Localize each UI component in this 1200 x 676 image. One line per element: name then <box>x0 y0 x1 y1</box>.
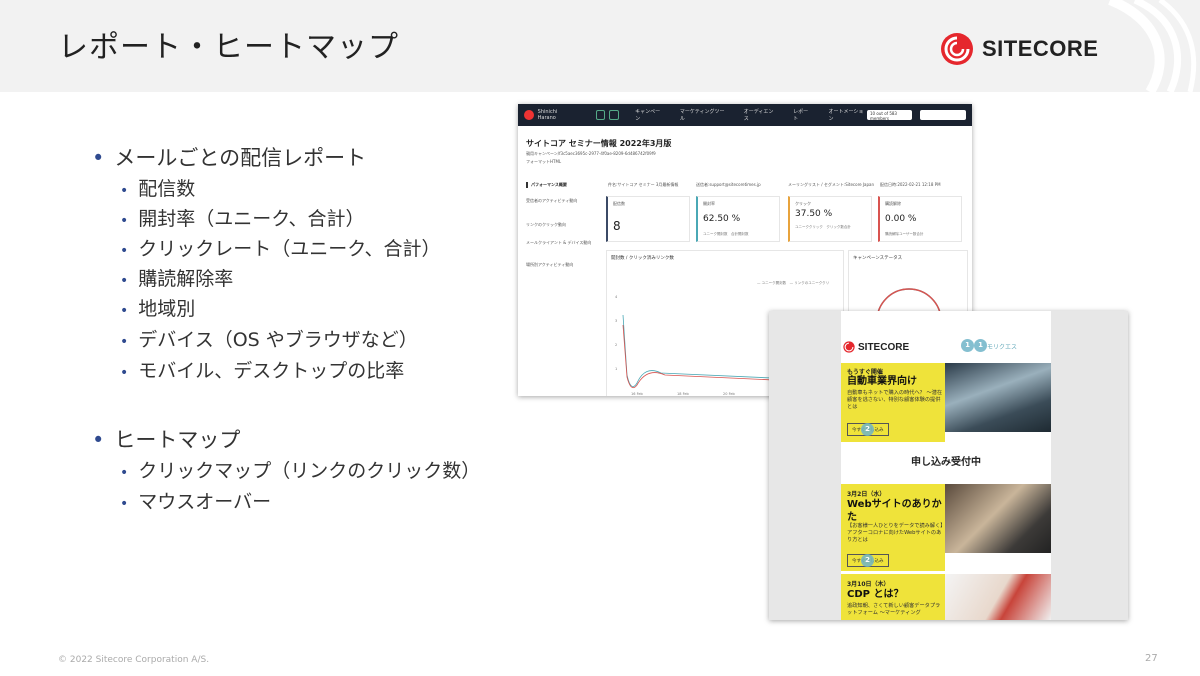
nav-user: Shinichi Harano <box>537 109 558 121</box>
sub-bullet: • 購読解除率 <box>120 268 234 290</box>
meta-sender: 送信者:support@sitecoretimes.jp <box>696 182 761 187</box>
y-tick: 2 <box>615 343 618 347</box>
copyright: © 2022 Sitecore Corporation A/S. <box>58 655 210 665</box>
nav-item: オートメーション <box>828 109 864 122</box>
sitecore-logo: SITECORE <box>940 32 1098 66</box>
x-tick: 18 Feb <box>677 392 689 396</box>
chart-title: 開封数 / クリック済みリンク数 <box>611 256 674 261</box>
add-icon <box>609 110 620 120</box>
page-number: 27 <box>1145 653 1158 664</box>
sub-bullet: • モバイル、デスクトップの比率 <box>120 360 405 382</box>
nav-item: マーケティングツール <box>679 109 725 122</box>
kpi-sub: 購読解除ユーザー数合計 <box>885 232 924 236</box>
dashboard-title: サイトコア セミナー情報 2022年3月版 <box>526 139 672 148</box>
block-desc: 【お客様一人ひとりをデータで読み解く】アフターコロナに向けたWebサイトのあり方… <box>847 523 943 543</box>
sitecore-mark-icon <box>524 110 534 120</box>
kpi-value: 0.00 % <box>885 214 917 224</box>
sub-bullet: • デバイス（OS やブラウザなど） <box>120 329 418 351</box>
block-kicker: 3月2日（水） <box>847 491 886 498</box>
block-kicker: 3月10日（木） <box>847 581 890 588</box>
bullet-heatmap: • ヒートマップ <box>92 428 241 452</box>
kpi-card: クリック 37.50 % ユニーククリック クリック数合計 <box>788 196 872 242</box>
nav-item: オーディエンス <box>743 109 774 122</box>
sitecore-mark-icon <box>843 341 855 353</box>
block-title: Webサイトのありかた <box>847 499 942 523</box>
heatmap-badge: 1 <box>974 339 987 352</box>
decorative-swoosh <box>1108 0 1197 92</box>
slide: レポート・ヒートマップ SITECORE • メールごとの配信レポート • 配信数 … <box>0 0 1200 676</box>
dashboard-subtitle: 親用キャンペーン/f3c5aec3695c-2977-4f0ae-8209-6d… <box>526 151 656 156</box>
email-logo: SITECORE <box>843 341 909 353</box>
car-photo <box>945 363 1051 432</box>
kpi-card: 開封率 62.50 % ユニーク開封数 合計開封数 <box>696 196 780 242</box>
block-title: 自動車業界向け <box>847 376 917 387</box>
y-tick: 1 <box>615 367 618 371</box>
nav-item: キャンペーン <box>635 109 661 122</box>
apply-banner: 申し込み受付中 <box>841 442 1051 484</box>
sub-bullet: • クリックレート（ユニーク、合計） <box>120 238 441 260</box>
slide-header: レポート・ヒートマップ SITECORE <box>0 0 1200 92</box>
block-desc: 追政知朝、さくて新しい顧客データプラットフォーム ～マーケティング <box>847 603 941 616</box>
x-tick: 20 Feb <box>723 392 735 396</box>
meta-subject: 件名:サイトコア セミナー 3月最新情報 <box>608 182 679 187</box>
chart-legend: — ユニーク開封数 — リンクのユニーククリ <box>757 281 830 285</box>
kpi-value: 37.50 % <box>795 209 833 219</box>
sidebar-item: メールクライアント & デバイス動向 <box>526 240 592 245</box>
bullet-report: • メールごとの配信レポート <box>92 146 367 170</box>
sidebar-item: 受信者のアクティビティ動向 <box>526 198 578 203</box>
kpi-value: 8 <box>613 219 621 233</box>
kpi-card: 配信数 8 <box>606 196 690 242</box>
meta-date: 配信日時:2022-02-21 12:18 PM <box>880 182 941 187</box>
kpi-label: クリック <box>795 201 811 206</box>
sidebar-item: リンクのクリック動向 <box>526 222 566 227</box>
status-title: キャンペーンステータス <box>853 256 903 261</box>
sitecore-mark-icon <box>941 33 973 65</box>
heatmap-badge: 2 <box>861 423 874 436</box>
logo-text: SITECORE <box>982 36 1099 61</box>
sidebar-item: 場所別アクティビティ動向 <box>526 262 574 267</box>
heatmap-badge: 1 <box>961 339 974 352</box>
dashboard-nav: Shinichi Harano キャンペーン マーケティングツール オーディエン… <box>518 104 972 126</box>
block-desc: 自動車もネットで購入の時代へ？ ～潜在顧客を逃さない、特別な顧客体験の提供とは <box>847 390 943 410</box>
settings-icon <box>595 110 606 120</box>
dashboard-format: フォーマットHTML <box>526 159 562 164</box>
sub-bullet: • クリックマップ（リンクのクリック数） <box>120 460 481 482</box>
page-title: レポート・ヒートマップ <box>58 30 399 65</box>
x-tick: 16 Feb <box>631 392 643 396</box>
email-heatmap-screenshot: SITECORE モリクエス 1 1 もうすぐ開催 自動車業界向け 自動車もネッ… <box>769 311 1128 620</box>
list-select: 10 out of 583 members <box>867 110 912 121</box>
kpi-sub: ユニーク開封数 合計開封数 <box>703 232 749 236</box>
kpi-label: 開封率 <box>703 201 715 206</box>
y-tick: 3 <box>615 319 618 323</box>
email-top-text: モリクエス <box>987 344 1018 351</box>
sidebar-item: パフォーマンス概要 <box>526 182 567 188</box>
sub-bullet: • 配信数 <box>120 178 196 200</box>
y-tick: 4 <box>615 295 618 299</box>
block-title: CDP とは？ <box>847 589 904 600</box>
kpi-value: 62.50 % <box>703 214 741 224</box>
email-logo-text: SITECORE <box>858 341 910 353</box>
meta-list: メーリングリスト / セグメント:Sitecore Japan <box>788 182 875 187</box>
sub-bullet: • マウスオーバー <box>120 491 272 513</box>
laptop-photo <box>945 484 1051 553</box>
search-input <box>919 110 966 120</box>
kpi-label: 購読解除 <box>885 201 901 206</box>
sub-bullet: • 地域別 <box>120 298 196 320</box>
nav-item: レポート <box>793 109 809 122</box>
kpi-card: 購読解除 0.00 % 購読解除ユーザー数合計 <box>878 196 962 242</box>
heatmap-badge: 2 <box>861 554 874 567</box>
kpi-label: 配信数 <box>613 201 625 206</box>
sub-bullet: • 開封率（ユニーク、合計） <box>120 208 365 230</box>
person-photo <box>945 574 1051 620</box>
kpi-sub: ユニーククリック クリック数合計 <box>795 225 851 229</box>
